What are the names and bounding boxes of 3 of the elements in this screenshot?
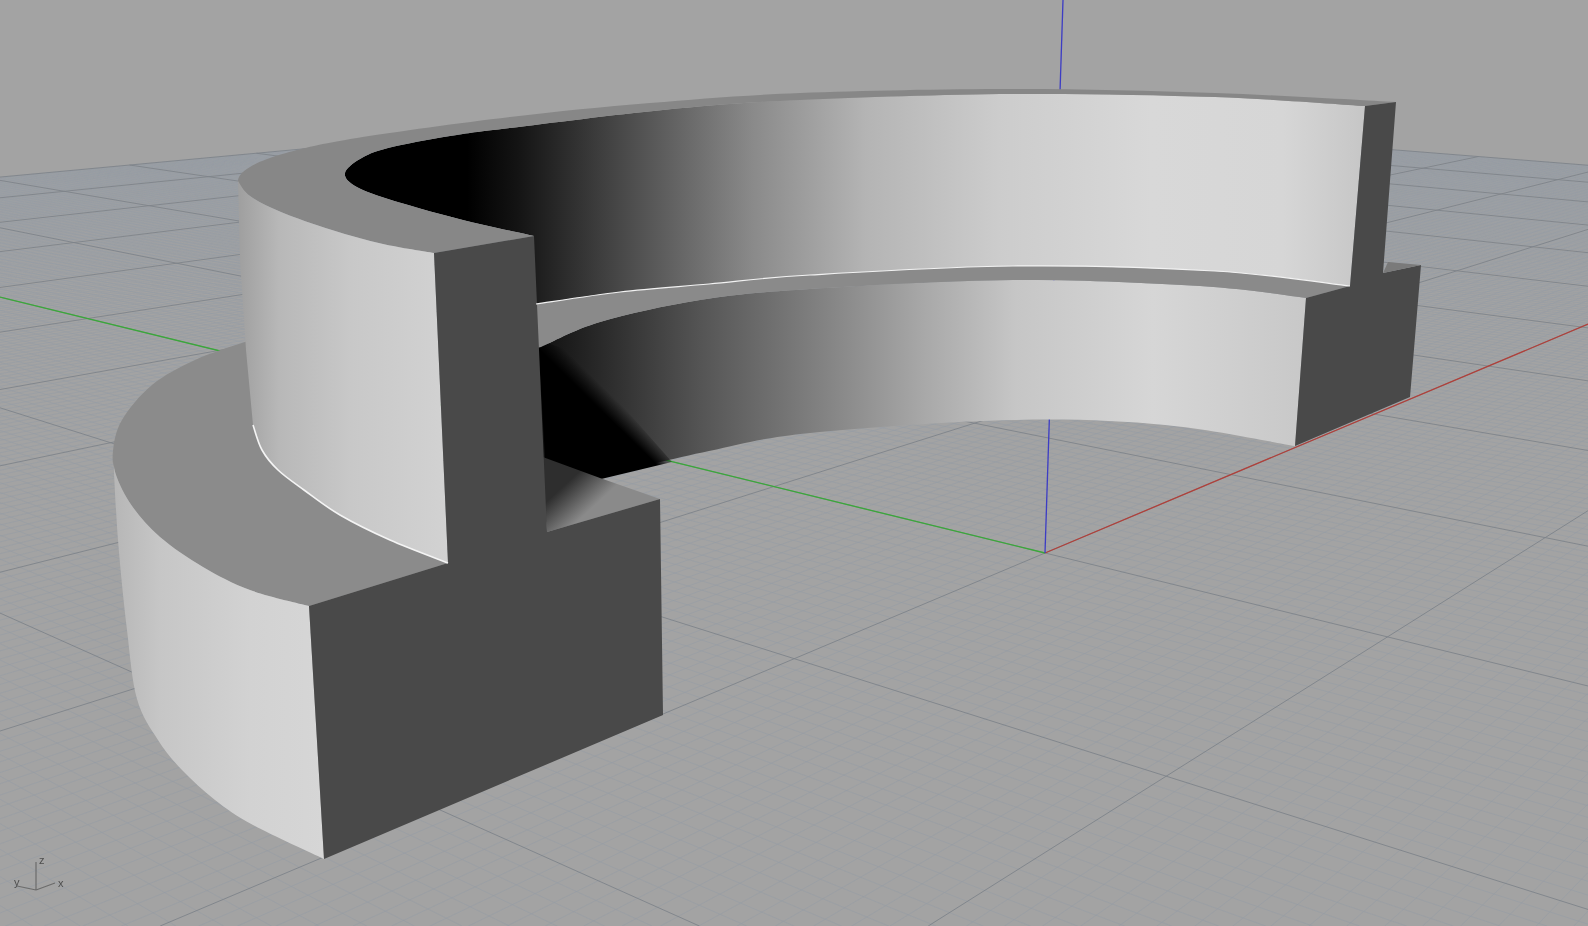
axis-label: x (58, 877, 64, 889)
axis-label: y (14, 876, 20, 888)
axis-label: z (39, 854, 45, 866)
